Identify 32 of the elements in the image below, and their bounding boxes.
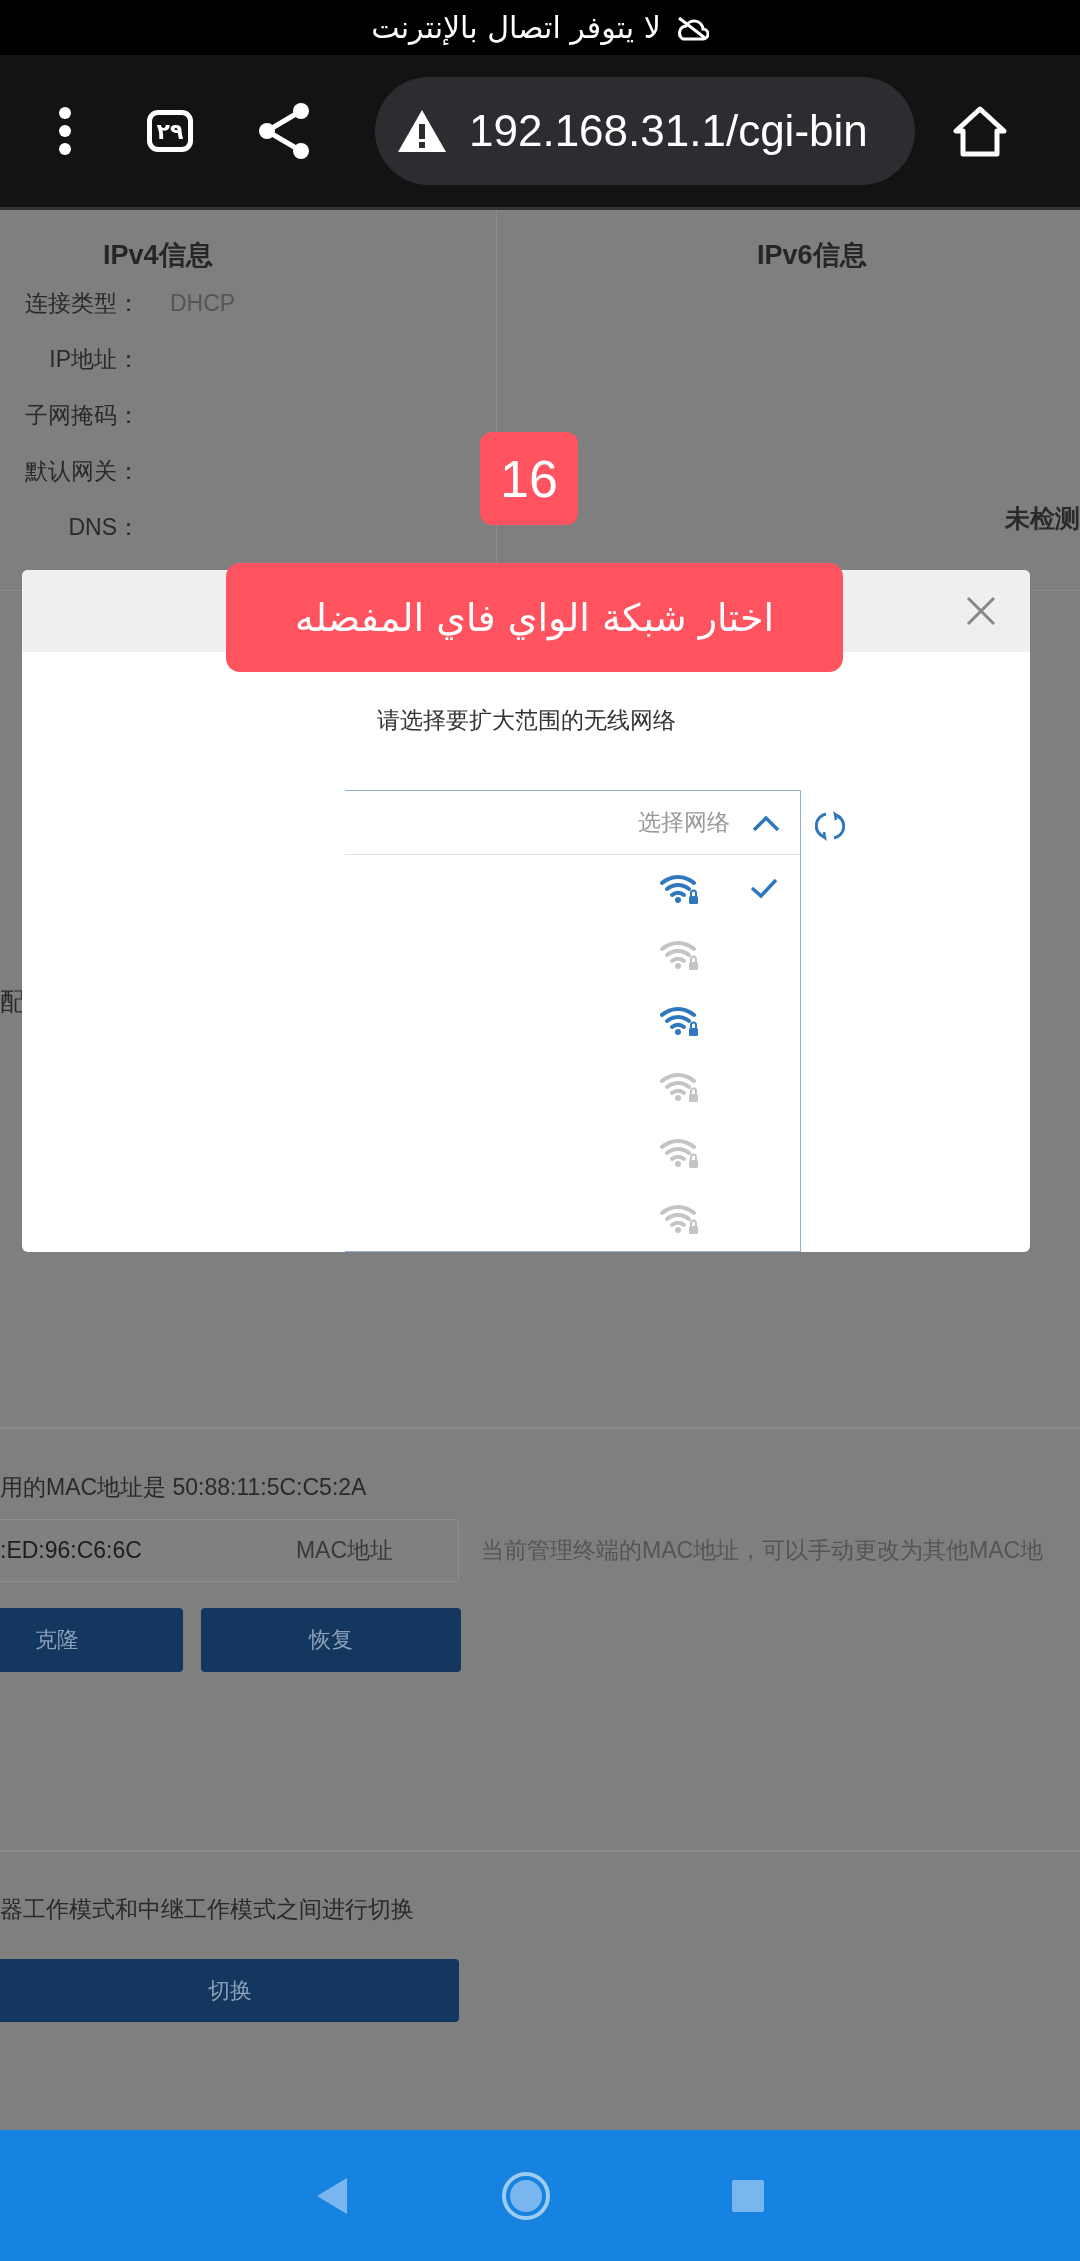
home-icon[interactable] [953, 105, 1007, 157]
recent-apps-icon[interactable] [731, 2178, 765, 2213]
warning-icon [397, 109, 447, 153]
refresh-icon[interactable] [815, 810, 845, 842]
back-icon[interactable] [315, 2175, 349, 2216]
ipv4-heading: IPv4信息 [102, 239, 214, 272]
url-text: 192.168.31.1/cgi-bin [469, 106, 868, 156]
network-select[interactable]: 选择网络 [345, 791, 800, 855]
step-badge: 16 [480, 432, 578, 525]
home-button-icon[interactable] [501, 2170, 551, 2221]
tab-count-button[interactable]: ٢٩ [147, 110, 193, 152]
field-label: DNS： [67, 512, 140, 542]
prompt-text: 请选择要扩大范围的无线网络 [375, 706, 677, 735]
close-icon[interactable] [966, 596, 996, 626]
instruction-banner: اختار شبكة الواي فاي المفضله [226, 563, 843, 672]
chevron-up-icon [752, 813, 780, 832]
menu-icon[interactable] [57, 106, 73, 156]
share-icon[interactable] [257, 102, 311, 160]
ipv6-heading: IPv6信息 [756, 239, 868, 272]
field-label: 连接类型： [24, 288, 140, 318]
switch-button[interactable]: 切换 [0, 1959, 459, 2022]
restore-button[interactable]: 恢复 [201, 1608, 461, 1672]
field-label: 子网掩码： [24, 400, 140, 430]
ipv6-status-text: 未检测 [1005, 503, 1080, 534]
address-bar[interactable]: 192.168.31.1/cgi-bin [375, 77, 915, 185]
mac-address-field[interactable]: :ED:96:C6:6C MAC地址 [0, 1519, 459, 1582]
field-label: 默认网关： [24, 456, 140, 486]
field-label: IP地址： [48, 344, 140, 374]
mode-switch-text: 器工作模式和中继工作模式之间进行切换 [0, 1895, 415, 1924]
connection-status-text: لا يتوفر اتصال بالإنترنت [371, 10, 661, 45]
mac-address-text: 用的MAC地址是 50:88:11:5C:C5:2A [0, 1473, 368, 1502]
clone-button[interactable]: 克隆 [0, 1608, 183, 1672]
